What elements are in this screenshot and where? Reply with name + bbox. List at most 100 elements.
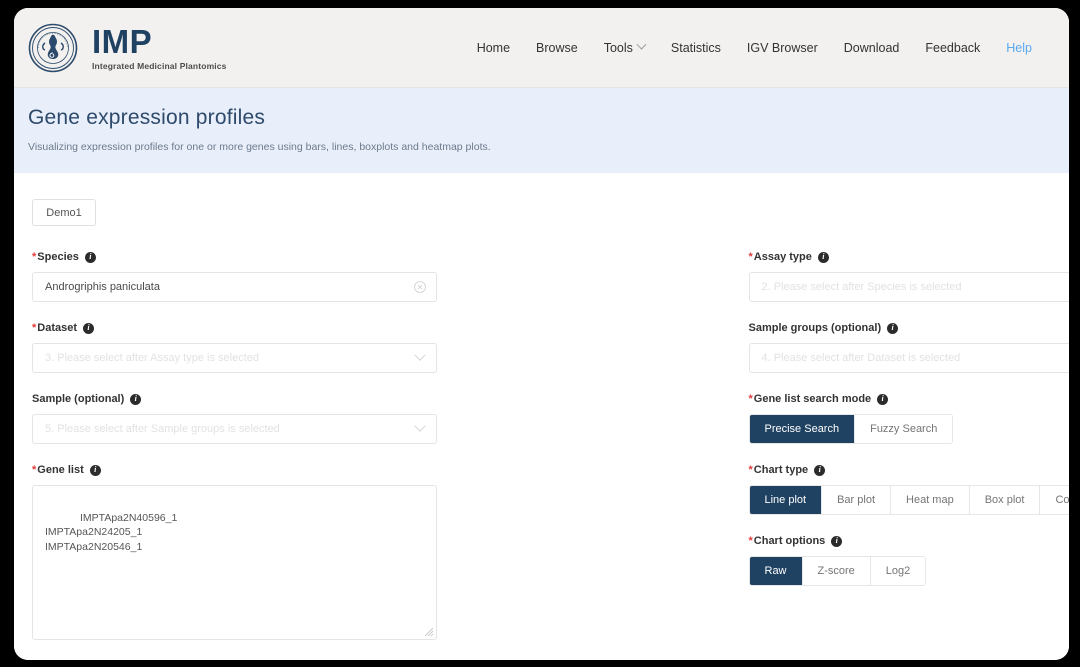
chevron-down-icon [414,349,426,361]
search-mode-option-precise[interactable]: Precise Search [749,415,856,443]
field-species: * Species i Androgriphis paniculata ✕ [32,251,537,302]
form-column-left: * Species i Androgriphis paniculata ✕ * … [32,251,537,660]
label-text: Gene list [37,464,84,476]
required-indicator: * [32,463,37,476]
search-mode-option-fuzzy[interactable]: Fuzzy Search [855,415,953,443]
info-icon[interactable]: i [877,393,889,405]
species-input[interactable]: Androgriphis paniculata ✕ [32,272,437,302]
gene-list-textarea[interactable]: IMPTApa2N40596_1 IMPTApa2N24205_1 IMPTAp… [32,485,437,640]
info-icon[interactable]: i [130,393,142,405]
field-sample: Sample (optional) i 5. Please select aft… [32,393,537,444]
sample-groups-label: Sample groups (optional) i [749,322,1042,334]
required-indicator: * [32,321,37,334]
field-assay-type: * Assay type i 2. Please select after Sp… [748,251,1069,302]
info-icon[interactable]: i [831,535,843,547]
label-text: Chart type [753,464,809,476]
nav-item-label: Statistics [670,40,721,55]
label-text: Assay type [753,251,812,263]
chart-type-group: Line plot Bar plot Heat map Box plot Cor… [748,485,1069,515]
assay-type-label: * Assay type i [749,251,1042,263]
nav-item-label: IGV Browser [746,40,818,55]
field-search-mode: * Gene list search mode i Precise Search… [748,393,1042,444]
label-text: Gene list search mode [753,393,872,405]
field-chart-type: * Chart type i Line plot Bar plot Heat m… [748,464,1069,515]
nav-item-label: Home [476,40,511,55]
chart-type-label: * Chart type i [749,464,1042,476]
chart-options-group: Raw Z-score Log2 [748,556,927,586]
nav-item-label: Download [843,40,900,55]
page-subtitle: Visualizing expression profiles for one … [28,141,491,153]
brand-subtitle: Integrated Medicinal Plantomics [92,60,227,71]
dataset-placeholder: 3. Please select after Assay type is sel… [45,352,260,364]
nav-item-tools[interactable]: Tools [591,35,658,61]
species-label: * Species i [32,251,537,263]
info-icon[interactable]: i [887,322,899,334]
sample-select[interactable]: 5. Please select after Sample groups is … [32,414,437,444]
nav-item-label: Browse [536,40,578,55]
nav-item-label: Help [1006,40,1032,55]
nav-item-feedback[interactable]: Feedback [912,35,993,61]
brand-logo[interactable]: IMP Integrated Medicinal Plantomics [28,23,227,73]
sample-label: Sample (optional) i [32,393,537,405]
page-title: Gene expression profiles [28,106,266,129]
nav-item-download[interactable]: Download [831,35,913,61]
chart-options-option-raw[interactable]: Raw [749,557,803,585]
demo1-button[interactable]: Demo1 [32,199,96,226]
resize-handle-icon[interactable] [424,627,434,637]
nav-item-igv-browser[interactable]: IGV Browser [734,35,831,61]
sample-groups-placeholder: 4. Please select after Dataset is select… [761,352,961,364]
required-indicator: * [32,250,37,263]
nav-item-help[interactable]: Help [993,35,1045,61]
label-text: Species [37,251,79,263]
field-dataset: * Dataset i 3. Please select after Assay… [32,322,537,373]
chart-type-option-heat-map[interactable]: Heat map [891,486,970,514]
nav-links: Home Browse Tools Statistics IGV Browser… [464,35,1059,61]
sample-groups-select[interactable]: 4. Please select after Dataset is select… [748,343,1069,373]
chart-type-option-line-plot[interactable]: Line plot [749,486,823,514]
info-icon[interactable]: i [817,251,829,263]
circular-seal-logo-icon [28,23,78,73]
required-indicator: * [748,392,753,405]
search-mode-label: * Gene list search mode i [749,393,1042,405]
info-icon[interactable]: i [84,251,96,263]
search-mode-group: Precise Search Fuzzy Search [748,414,954,444]
required-indicator: * [748,534,753,547]
field-gene-list: * Gene list i IMPTApa2N40596_1 IMPTApa2N… [32,464,537,640]
form-column-right: * Assay type i 2. Please select after Sp… [537,251,1069,660]
gene-list-label: * Gene list i [32,464,537,476]
info-icon[interactable]: i [814,464,826,476]
field-sample-groups: Sample groups (optional) i 4. Please sel… [748,322,1069,373]
info-icon[interactable]: i [83,322,95,334]
page-card: IMP Integrated Medicinal Plantomics Home… [14,8,1069,660]
chart-type-option-box-plot[interactable]: Box plot [969,486,1041,514]
nav-item-home[interactable]: Home [464,35,523,61]
page-banner: Gene expression profiles Visualizing exp… [14,88,1069,173]
clear-circle-icon[interactable]: ✕ [414,281,426,293]
label-text: Sample groups (optional) [748,322,882,334]
chevron-down-icon [636,39,647,50]
required-indicator: * [748,463,753,476]
nav-item-statistics[interactable]: Statistics [658,35,734,61]
assay-type-placeholder: 2. Please select after Species is select… [761,281,962,293]
chart-options-label: * Chart options i [749,535,1042,547]
chart-type-option-bar-plot[interactable]: Bar plot [822,486,892,514]
nav-item-label: Feedback [925,40,981,55]
gene-list-value: IMPTApa2N40596_1 IMPTApa2N24205_1 IMPTAp… [45,511,178,553]
chart-options-option-log2[interactable]: Log2 [870,557,926,585]
chart-type-option-correlation-plot[interactable]: Correlation plot [1040,486,1069,514]
assay-type-select[interactable]: 2. Please select after Species is select… [748,272,1069,302]
label-text: Sample (optional) [32,393,125,405]
chevron-down-icon [414,420,426,432]
form-area: Demo1 * Species i Androgriphis paniculat… [14,173,1069,660]
sample-placeholder: 5. Please select after Sample groups is … [45,423,280,435]
field-chart-options: * Chart options i Raw Z-score Log2 [748,535,1042,586]
label-text: Dataset [37,322,78,334]
label-text: Chart options [753,535,826,547]
nav-item-label: Tools [603,40,633,55]
nav-item-browse[interactable]: Browse [523,35,591,61]
chart-options-option-z-score[interactable]: Z-score [802,557,871,585]
dataset-select[interactable]: 3. Please select after Assay type is sel… [32,343,437,373]
info-icon[interactable]: i [89,464,101,476]
form-columns: * Species i Androgriphis paniculata ✕ * … [14,251,1069,660]
top-navigation-bar: IMP Integrated Medicinal Plantomics Home… [14,8,1069,88]
